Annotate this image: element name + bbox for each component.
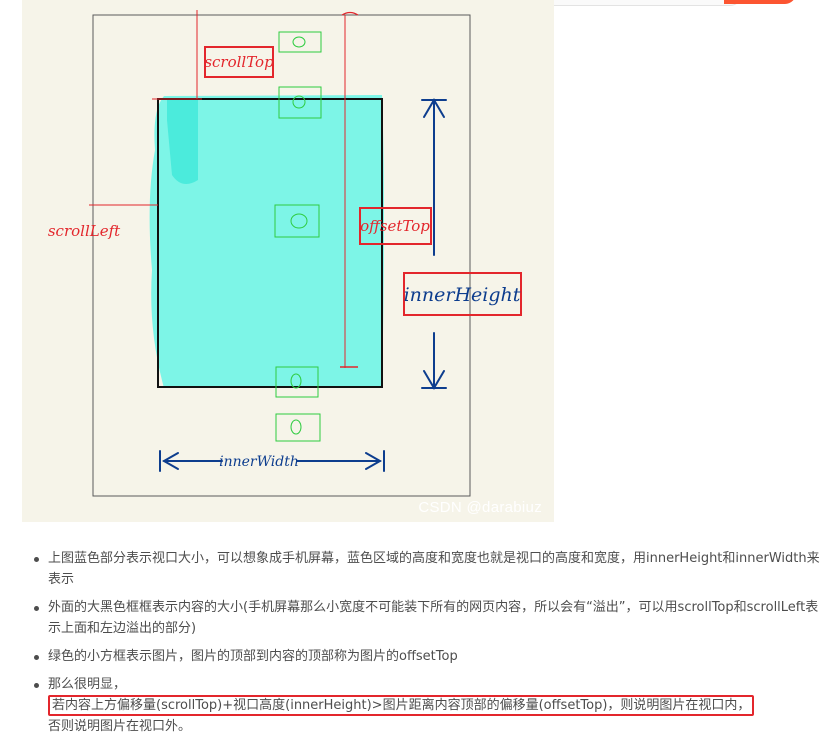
list-item: 外面的大黑色框框表示内容的大小(手机屏幕那么小宽度不可能装下所有的网页内容，所以… [30,597,830,639]
image-glyph [292,36,306,48]
explanation-list: 上图蓝色部分表示视口大小，可以想象成手机屏幕，蓝色区域的高度和宽度也就是视口的高… [30,548,830,744]
diagram-svg: scrollTop scrollLeft offsetTop innerHeig… [48,10,522,497]
innerwidth-label: innerWidth [219,454,299,470]
list-item-suffix: 否则说明图片在视口外。 [48,719,192,734]
image-glyph [290,419,302,435]
bullet-dot [34,606,39,611]
bullet-dot [34,655,39,660]
image-box [275,413,321,442]
diagram-figure: scrollTop scrollLeft offsetTop innerHeig… [22,0,554,522]
list-item-text: 外面的大黑色框框表示内容的大小(手机屏幕那么小宽度不可能装下所有的网页内容，所以… [48,600,819,636]
list-item-text: 上图蓝色部分表示视口大小，可以想象成手机屏幕，蓝色区域的高度和宽度也就是视口的高… [48,551,820,587]
image-box [278,31,322,53]
list-item-text: 绿色的小方框表示图片，图片的顶部到内容的顶部称为图片的offsetTop [48,649,458,664]
scrollleft-label: scrollLeft [48,222,121,240]
search-button[interactable] [724,0,796,4]
list-item-prefix: 那么很明显， [48,677,127,692]
bullet-dot [34,683,39,688]
list-item: 绿色的小方框表示图片，图片的顶部到内容的顶部称为图片的offsetTop [30,646,830,667]
innerheight-label: innerHeight [404,284,521,306]
scrolltop-label: scrollTop [204,53,274,71]
list-item: 上图蓝色部分表示视口大小，可以想象成手机屏幕，蓝色区域的高度和宽度也就是视口的高… [30,548,830,590]
highlighted-condition: 若内容上方偏移量(scrollTop)+视口高度(innerHeight)>图片… [48,695,755,716]
watermark: CSDN @darabiuz [418,499,542,516]
bullet-dot [34,557,39,562]
offsettop-label: offsetTop [360,217,430,235]
